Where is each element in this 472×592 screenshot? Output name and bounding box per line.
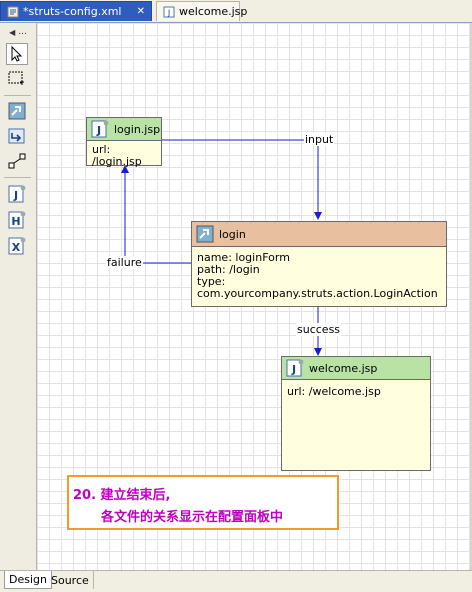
tab-struts-config[interactable]: *struts-config.xml ✕ (0, 1, 152, 21)
jsp-page-tool-icon: J (8, 185, 26, 203)
chevron-left-icon[interactable]: ◀ (9, 28, 15, 37)
svg-text:J: J (96, 124, 101, 137)
jsp-file-icon: J (163, 6, 175, 17)
node-url: url: /welcome.jsp (287, 385, 381, 398)
svg-text:J: J (291, 363, 296, 376)
marquee-select-tool[interactable] (6, 68, 28, 90)
action-path: path: /login (197, 263, 260, 276)
select-arrow-icon (11, 46, 23, 62)
action-mapping-icon (196, 225, 214, 243)
jsp-page-icon: J (286, 359, 304, 377)
html-page-tool[interactable]: H (6, 209, 28, 231)
palette-menu[interactable]: ◀ ... (0, 23, 36, 41)
note-line-2: 各文件的关系显示在配置面板中 (101, 510, 284, 525)
forward-tool[interactable] (6, 125, 28, 147)
connection-tool-icon (8, 153, 26, 169)
other-page-tool[interactable]: X (6, 235, 28, 257)
tab-label: *struts-config.xml (23, 5, 122, 18)
connection-tool[interactable] (6, 150, 28, 172)
tab-source[interactable]: Source (47, 571, 94, 589)
struts-config-file-icon (7, 6, 19, 17)
action-mapping-tool-icon (8, 102, 26, 120)
annotation-note: 20. 建立结束后, 各文件的关系显示在配置面板中 (67, 475, 339, 530)
node-title: login (219, 227, 246, 241)
forward-tool-icon (8, 128, 25, 144)
jsp-page-tool[interactable]: J (6, 183, 28, 205)
note-line-1: 20. 建立结束后, (73, 488, 171, 503)
tab-label: welcome.jsp (179, 5, 248, 18)
svg-text:J: J (13, 189, 18, 202)
node-login-jsp[interactable]: J login.jsp url: /login.jsp (86, 117, 162, 168)
editor-bottom-tabs: Design Source (0, 570, 472, 592)
node-title: welcome.jsp (309, 361, 378, 375)
wire-label-input[interactable]: input (304, 133, 335, 146)
wire-label-success[interactable]: success (296, 323, 342, 336)
html-page-tool-icon: H (8, 211, 26, 229)
close-icon[interactable]: ✕ (137, 6, 145, 17)
palette-separator (4, 177, 31, 178)
svg-text:J: J (167, 8, 170, 17)
tab-welcome-jsp[interactable]: J welcome.jsp (156, 1, 247, 21)
node-title: login.jsp (114, 122, 161, 136)
svg-text:H: H (11, 215, 20, 228)
palette-separator (4, 95, 31, 96)
jsp-page-icon: J (91, 120, 109, 138)
other-page-tool-icon: X (8, 237, 26, 255)
wire-label-failure[interactable]: failure (106, 256, 143, 269)
action-mapping-tool[interactable] (6, 100, 28, 122)
tab-design[interactable]: Design (4, 571, 52, 589)
marquee-select-icon (8, 71, 24, 85)
editor-tab-bar: *struts-config.xml ✕ J welcome.jsp (0, 0, 472, 23)
select-arrow-tool[interactable] (6, 43, 28, 65)
node-welcome-jsp[interactable]: J welcome.jsp url: /welcome.jsp (281, 356, 431, 471)
svg-text:X: X (12, 241, 21, 254)
action-type: type: com.yourcompany.struts.action.Logi… (197, 275, 438, 300)
palette: ◀ ... J H X (0, 23, 37, 570)
node-login-action[interactable]: login name: loginForm path: /login type:… (191, 221, 447, 307)
node-url: url: /login.jsp (92, 143, 142, 168)
